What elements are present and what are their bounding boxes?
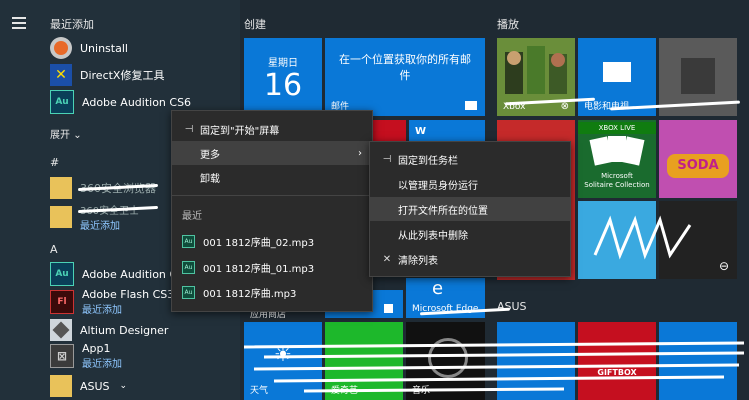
app-label: Adobe Audition CS6 [82, 95, 192, 109]
recent-header: 最近 [182, 211, 202, 222]
redaction-scribble [244, 341, 745, 393]
audition-file-icon: Au [182, 260, 195, 274]
audition-icon: Au [50, 90, 74, 114]
envelope-icon [465, 101, 477, 110]
solitaire-line1: Microsoft [601, 172, 633, 180]
card-icon [621, 136, 645, 166]
recently-added-badge: 最近添加 [80, 221, 120, 232]
chevron-down-icon: ⌄ [119, 381, 128, 391]
menu-item-run-as-admin[interactable]: 以管理员身份运行 [370, 172, 570, 196]
app-label: DirectX修复工具 [80, 69, 165, 82]
uninstall-icon [50, 37, 72, 59]
bag-icon [384, 304, 393, 313]
hash-header[interactable]: # [50, 156, 59, 169]
recent-file-label: 001 1812序曲.mp3 [203, 288, 297, 300]
group-header-create: 创建 [244, 18, 266, 31]
solitaire-tile[interactable]: XBOX LIVE Microsoft Solitaire Collection [578, 120, 656, 198]
pin-icon: ⊣ [184, 123, 194, 135]
flash-icon: Fl [50, 290, 74, 314]
folder-icon [50, 206, 72, 228]
audition-icon: Au [50, 262, 74, 286]
group-header-play: 播放 [497, 18, 519, 31]
menu-item-label: 打开文件所在的位置 [398, 205, 488, 217]
recent-file-label: 001 1812序曲_01.mp3 [203, 263, 315, 275]
app-item-altium[interactable]: Altium Designer [50, 318, 168, 342]
candy-crush-tile[interactable]: SODA [659, 120, 737, 198]
mail-tile[interactable]: 在一个位置获取你的所有邮件 邮件 [325, 38, 485, 116]
audition-file-icon: Au [182, 234, 195, 248]
xbox-logo-icon: ⊗ [560, 101, 569, 112]
menu-item-label: 卸载 [200, 173, 220, 185]
hamburger-menu-icon[interactable] [12, 14, 26, 32]
app-item-app1[interactable]: ⊠ App1 最近添加 [50, 342, 122, 370]
menu-item-pin-start[interactable]: ⊣ 固定到"开始"屏幕 [172, 117, 372, 141]
calendar-date: 16 [263, 68, 303, 103]
menu-item-label: 从此列表中删除 [398, 230, 468, 242]
directx-icon: ✕ [50, 64, 72, 86]
menu-item-clear-list[interactable]: ✕ 清除列表 [370, 247, 570, 271]
menu-item-label: 清除列表 [398, 255, 438, 267]
calendar-day: 星期日 [268, 58, 298, 69]
app-label: App1 [82, 342, 111, 355]
context-menu: ⊣ 固定到"开始"屏幕 更多 › 卸载 最近 Au 001 1812序曲_02.mp3… [171, 110, 373, 312]
pin-icon: ⊣ [382, 153, 392, 165]
app-label: Altium Designer [80, 323, 169, 337]
close-icon: ✕ [382, 253, 392, 265]
candy-crush-logo: SODA [667, 154, 729, 178]
app-item-directx[interactable]: ✕ DirectX修复工具 [50, 63, 164, 87]
mail-tile-text: 在一个位置获取你的所有邮件 [339, 53, 471, 82]
recent-file-item[interactable]: Au 001 1812序曲.mp3 [172, 280, 372, 304]
app1-icon: ⊠ [50, 344, 74, 368]
app-item-adobe-audition-recent[interactable]: Au Adobe Audition CS6 [50, 90, 191, 114]
xbox-live-badge: XBOX LIVE [578, 122, 656, 134]
folder-icon [50, 177, 72, 199]
audition-file-icon: Au [182, 285, 195, 299]
menu-item-uninstall[interactable]: 卸载 [172, 165, 372, 189]
expand-label: 展开 [50, 130, 70, 141]
recently-added-header: 最近添加 [50, 18, 94, 31]
altium-icon [50, 319, 72, 341]
a-header[interactable]: A [50, 243, 58, 256]
tile-label: 电影和电视 [584, 102, 630, 112]
expand-toggle[interactable]: 展开 ⌄ [50, 126, 82, 141]
edge-icon: e [432, 278, 444, 299]
app-item-uninstall[interactable]: Uninstall [50, 36, 128, 60]
gamepad-icon: ⊖ [718, 259, 729, 273]
solitaire-line2: Solitaire Collection [584, 181, 650, 189]
folder-icon [50, 375, 72, 397]
menu-item-remove-from-list[interactable]: 从此列表中删除 [370, 222, 570, 246]
menu-item-label: 更多 [200, 149, 220, 161]
recent-file-item[interactable]: Au 001 1812序曲_01.mp3 [172, 255, 372, 279]
menu-item-more[interactable]: 更多 › [172, 141, 372, 165]
menu-item-pin-taskbar[interactable]: ⊣ 固定到任务栏 [370, 147, 570, 171]
menu-item-label: 固定到"开始"屏幕 [200, 125, 280, 137]
menu-item-label: 以管理员身份运行 [398, 180, 478, 192]
submenu-more: ⊣ 固定到任务栏 以管理员身份运行 打开文件所在的位置 从此列表中删除 ✕ 清除列表 [369, 141, 571, 277]
recent-file-label: 001 1812序曲_02.mp3 [203, 237, 315, 249]
chevron-down-icon: ⌄ [73, 130, 82, 141]
redaction-scribble [593, 215, 692, 260]
word-icon: W [415, 126, 427, 137]
calendar-tile[interactable]: 星期日 16 [244, 38, 322, 116]
menu-item-label: 固定到任务栏 [398, 155, 458, 167]
clapperboard-icon [603, 62, 631, 82]
movies-tile[interactable]: 电影和电视 [578, 38, 656, 116]
app-label: ASUS [80, 379, 110, 393]
recently-added-badge: 最近添加 [82, 359, 122, 370]
menu-item-open-file-location[interactable]: 打开文件所在的位置 [370, 197, 570, 221]
photo-thumbnail-icon [681, 58, 715, 94]
menu-divider [172, 195, 372, 196]
app-item-adobe-audition[interactable]: Au Adobe Audition CS6 [50, 262, 191, 286]
app-item-asus[interactable]: ASUS ⌄ [50, 374, 127, 398]
recent-file-item[interactable]: Au 001 1812序曲_02.mp3 [172, 229, 372, 253]
app-label: Uninstall [80, 41, 128, 55]
chevron-right-icon: › [358, 147, 362, 159]
